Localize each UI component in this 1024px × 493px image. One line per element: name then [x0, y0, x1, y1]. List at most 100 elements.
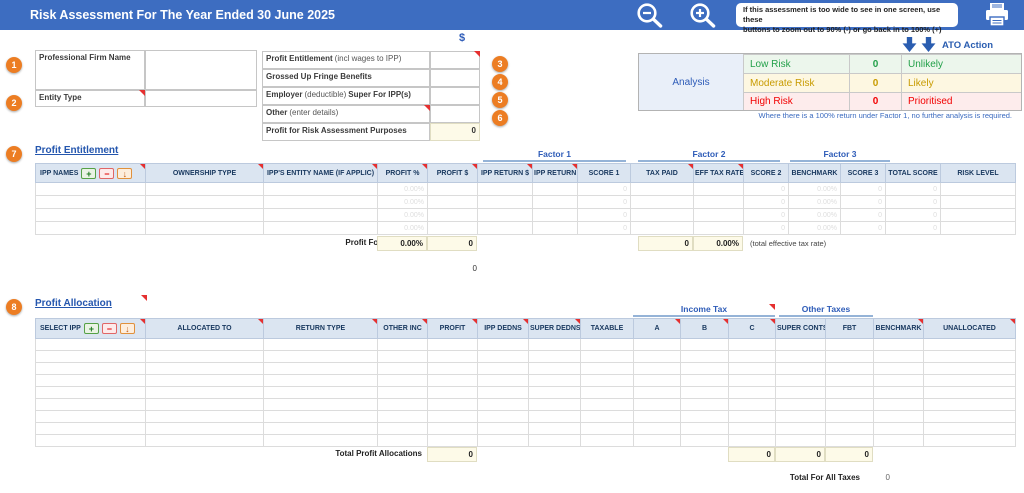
cell[interactable] [427, 182, 478, 196]
fringe-benefits-input[interactable] [430, 69, 480, 87]
print-button[interactable] [981, 2, 1013, 33]
total-for-all-taxes-value: 0 [885, 473, 890, 482]
cell[interactable] [35, 208, 146, 222]
cell[interactable] [263, 221, 378, 235]
cell[interactable] [145, 195, 264, 209]
cell[interactable] [263, 410, 378, 423]
placeholder-value: 0.00% [404, 198, 424, 206]
employer-super-input[interactable] [430, 87, 480, 105]
step-badge-3: 3 [492, 56, 508, 72]
cell[interactable] [873, 422, 924, 435]
cell[interactable] [145, 422, 264, 435]
cell[interactable] [35, 182, 146, 196]
add-row-button[interactable]: + [83, 323, 99, 334]
cell[interactable] [263, 338, 378, 351]
cell[interactable] [873, 362, 924, 375]
cell [528, 362, 581, 375]
cell[interactable] [145, 398, 264, 411]
cell[interactable] [145, 350, 264, 363]
high-risk-action: Prioritised [901, 92, 1021, 110]
cell [775, 350, 826, 363]
cell[interactable] [145, 362, 264, 375]
cell[interactable] [35, 195, 146, 209]
cell[interactable] [873, 434, 924, 447]
remove-row-button[interactable]: − [99, 167, 115, 179]
zoom-in-button[interactable] [688, 2, 718, 34]
cell[interactable] [35, 410, 146, 423]
cell[interactable] [35, 374, 146, 387]
other-details-input[interactable] [430, 105, 480, 123]
cell[interactable] [35, 422, 146, 435]
cell[interactable] [263, 398, 378, 411]
cell [633, 410, 681, 423]
cell[interactable] [873, 350, 924, 363]
cell[interactable] [427, 195, 478, 209]
cell[interactable] [263, 362, 378, 375]
cell[interactable] [263, 374, 378, 387]
cell[interactable] [263, 350, 378, 363]
placeholder-value: 0.00% [404, 211, 424, 219]
tax-paid-total: 0 [638, 236, 693, 251]
remove-row-button[interactable]: − [101, 323, 117, 334]
table-row: 0.00% 0 0 0.00% 0 0 [35, 208, 1016, 222]
cell[interactable] [427, 208, 478, 222]
cell[interactable] [145, 410, 264, 423]
cell: 0 [840, 221, 886, 235]
cell[interactable] [35, 350, 146, 363]
column-header: PROFIT % [377, 163, 428, 183]
fringe-benefits-label: Grossed Up Fringe Benefits [262, 69, 430, 87]
cell[interactable] [35, 221, 146, 235]
column-header: SCORE 2 [743, 163, 789, 183]
cell[interactable] [873, 338, 924, 351]
cell[interactable] [263, 208, 378, 222]
placeholder-value: 0.00% [817, 211, 837, 219]
cell[interactable] [145, 434, 264, 447]
cell [580, 374, 634, 387]
placeholder-value: 0.00% [404, 185, 424, 193]
cell[interactable] [873, 398, 924, 411]
column-header: SCORE 3 [840, 163, 886, 183]
move-row-button[interactable]: ↓ [117, 167, 133, 179]
firm-name-input[interactable] [145, 50, 257, 90]
zoom-out-button[interactable] [635, 2, 665, 34]
cell[interactable] [35, 434, 146, 447]
cell[interactable] [145, 208, 264, 222]
cell[interactable] [145, 386, 264, 399]
cell[interactable] [873, 386, 924, 399]
cell [728, 338, 776, 351]
entity-type-input[interactable] [145, 90, 257, 107]
cell [693, 221, 744, 235]
tax-c-total: 0 [728, 447, 775, 462]
cell[interactable] [263, 434, 378, 447]
cell [680, 434, 729, 447]
cell[interactable] [35, 338, 146, 351]
cell[interactable] [263, 422, 378, 435]
profit-allocation-table: SELECT IPP + − ↓ ALLOCATED TO RETURN TYP… [35, 318, 1016, 447]
column-header: IPP DEDNS [477, 318, 529, 339]
cell[interactable] [873, 410, 924, 423]
cell [728, 374, 776, 387]
profit-entitlement-input[interactable] [430, 51, 480, 69]
cell [775, 374, 826, 387]
add-row-button[interactable]: + [81, 167, 97, 179]
cell [680, 422, 729, 435]
cell[interactable] [145, 182, 264, 196]
column-header: IPP'S ENTITY NAME (IF APPLIC) [263, 163, 378, 183]
cell[interactable] [35, 386, 146, 399]
cell[interactable] [263, 386, 378, 399]
move-row-button[interactable]: ↓ [119, 323, 135, 334]
cell[interactable] [263, 182, 378, 196]
cell[interactable] [35, 398, 146, 411]
cell [775, 386, 826, 399]
cell [825, 350, 874, 363]
cell[interactable] [145, 338, 264, 351]
cell[interactable] [35, 362, 146, 375]
cell[interactable] [263, 195, 378, 209]
cell[interactable] [145, 221, 264, 235]
cell[interactable] [145, 374, 264, 387]
cell [825, 386, 874, 399]
cell[interactable] [427, 221, 478, 235]
cell[interactable] [873, 374, 924, 387]
factor-3-group-header: Factor 3 [790, 149, 890, 162]
column-header: TAX PAID [630, 163, 694, 183]
